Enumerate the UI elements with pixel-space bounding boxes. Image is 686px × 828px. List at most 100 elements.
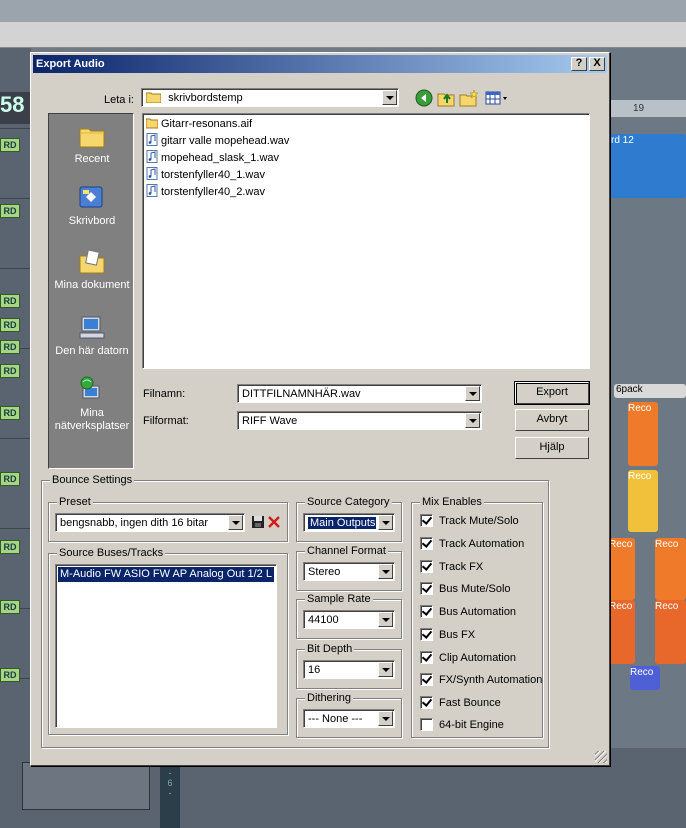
track-record-badge[interactable]: RD: [0, 540, 20, 554]
file-item[interactable]: gitarr valle mopehead.wav: [146, 133, 289, 149]
track-record-badge[interactable]: RD: [0, 138, 20, 152]
filename-dropdown-arrow[interactable]: [465, 386, 480, 401]
back-icon[interactable]: [415, 89, 433, 107]
audio-clip[interactable]: Reco: [630, 666, 660, 690]
fileformat-value: RIFF Wave: [242, 415, 298, 427]
audio-clip[interactable]: Reco: [628, 470, 658, 532]
checkbox-bus-fx[interactable]: Bus FX: [420, 627, 475, 643]
look-in-dropdown-arrow[interactable]: [382, 90, 397, 105]
checkbox-track-fx[interactable]: Track FX: [420, 559, 483, 575]
place-desktop[interactable]: Skrivbord: [49, 184, 135, 228]
channel-format-select[interactable]: Stereo: [303, 562, 395, 581]
sample-rate-select[interactable]: 44100: [303, 610, 395, 629]
bit-depth-select[interactable]: 16: [303, 660, 395, 679]
file-item[interactable]: mopehead_slask_1.wav: [146, 150, 279, 166]
my-documents-icon: [79, 249, 105, 274]
folder-icon: [145, 92, 162, 104]
checkbox-track-mute-solo[interactable]: Track Mute/Solo: [420, 513, 519, 529]
filename-input[interactable]: DITTFILNAMNHÄR.wav: [240, 387, 463, 401]
dithering-select[interactable]: --- None ---: [303, 709, 395, 728]
dialog-titlebar[interactable]: Export Audio ? X: [33, 55, 607, 73]
bounce-settings-group: Bounce Settings Preset bengsnabb, ingen …: [41, 473, 549, 748]
checkbox-box[interactable]: [420, 651, 433, 664]
preset-select[interactable]: bengsnabb, ingen dith 16 bitar: [55, 513, 245, 532]
export-button[interactable]: Export: [514, 381, 590, 405]
audio-file-icon: [146, 133, 158, 146]
audio-clip[interactable]: Reco: [655, 600, 686, 664]
help-titlebar-button[interactable]: ?: [571, 57, 587, 71]
place-network[interactable]: Mina nätverksplatser: [49, 376, 135, 433]
filename-combo[interactable]: DITTFILNAMNHÄR.wav: [237, 384, 482, 403]
track-record-badge[interactable]: RD: [0, 472, 20, 486]
track-record-badge[interactable]: RD: [0, 294, 20, 308]
audio-clip[interactable]: Reco: [628, 402, 658, 466]
checkbox-box[interactable]: [420, 673, 433, 686]
source-tracks-list[interactable]: M-Audio FW ASIO FW AP Analog Out 1/2 L: [55, 564, 277, 728]
source-category-select[interactable]: Main Outputs: [303, 513, 395, 532]
checkbox-fx-synth-automation[interactable]: FX/Synth Automation: [420, 672, 542, 688]
checkbox-bus-mute-solo[interactable]: Bus Mute/Solo: [420, 581, 511, 597]
checkbox-fast-bounce[interactable]: Fast Bounce: [420, 695, 501, 711]
look-in-combo[interactable]: skrivbordstemp: [141, 88, 399, 107]
close-titlebar-button[interactable]: X: [589, 57, 605, 71]
checkbox-box[interactable]: [420, 582, 433, 595]
audio-clip[interactable]: Reco: [609, 538, 635, 600]
source-tracks-group: Source Buses/Tracks M-Audio FW ASIO FW A…: [48, 546, 288, 735]
checkbox-box[interactable]: [420, 537, 433, 550]
place-recent[interactable]: Recent: [49, 122, 135, 166]
audio-clip[interactable]: Reco: [655, 538, 686, 600]
track-record-badge[interactable]: RD: [0, 364, 20, 378]
sample-rate-value: 44100: [308, 614, 339, 626]
checkbox-clip-automation[interactable]: Clip Automation: [420, 650, 516, 666]
source-category-dropdown-arrow[interactable]: [378, 515, 393, 530]
sample-rate-dropdown-arrow[interactable]: [378, 612, 393, 627]
help-button[interactable]: Hjälp: [515, 437, 589, 459]
track-record-badge[interactable]: RD: [0, 668, 20, 682]
track-record-badge[interactable]: RD: [0, 406, 20, 420]
checkbox-track-automation[interactable]: Track Automation: [420, 536, 524, 552]
file-item[interactable]: torstenfyller40_2.wav: [146, 184, 265, 200]
preset-group: Preset bengsnabb, ingen dith 16 bitar: [48, 495, 288, 542]
fileformat-select[interactable]: RIFF Wave: [237, 411, 482, 430]
checkbox-box[interactable]: [420, 605, 433, 618]
cancel-button[interactable]: Avbryt: [515, 409, 589, 431]
bit-depth-dropdown-arrow[interactable]: [378, 662, 393, 677]
file-item[interactable]: torstenfyller40_1.wav: [146, 167, 265, 183]
resize-grip[interactable]: [595, 751, 607, 763]
channel-format-label: Channel Format: [305, 544, 388, 558]
audio-clip[interactable]: rd 12: [609, 134, 686, 198]
save-preset-icon[interactable]: [251, 515, 265, 529]
audio-clip[interactable]: Reco: [609, 600, 635, 664]
track-record-badge[interactable]: RD: [0, 318, 20, 332]
view-menu-icon[interactable]: [485, 89, 509, 107]
preset-dropdown-arrow[interactable]: [228, 515, 243, 530]
dithering-dropdown-arrow[interactable]: [378, 711, 393, 726]
checkbox-box[interactable]: [420, 628, 433, 641]
checkbox-box[interactable]: [420, 560, 433, 573]
mix-enables-group: Mix Enables Track Mute/Solo Track Automa…: [411, 495, 543, 738]
track-record-badge[interactable]: RD: [0, 600, 20, 614]
my-computer-icon: [79, 316, 105, 339]
network-places-icon: [80, 376, 100, 399]
checkbox-box[interactable]: [420, 718, 433, 731]
source-track-item[interactable]: M-Audio FW ASIO FW AP Analog Out 1/2 L: [58, 567, 274, 582]
track-record-badge[interactable]: RD: [0, 204, 20, 218]
delete-preset-icon[interactable]: [267, 515, 281, 529]
track-record-badge[interactable]: RD: [0, 340, 20, 354]
checkbox-bus-automation[interactable]: Bus Automation: [420, 604, 516, 620]
place-my-documents[interactable]: Mina dokument: [49, 248, 135, 292]
checkbox-box[interactable]: [420, 514, 433, 527]
up-folder-icon[interactable]: [437, 89, 455, 107]
channel-format-dropdown-arrow[interactable]: [378, 564, 393, 579]
new-folder-icon[interactable]: [459, 89, 479, 107]
daw-menubar: [0, 0, 686, 22]
checkbox-64bit-engine[interactable]: 64-bit Engine: [420, 717, 504, 733]
checkbox-box[interactable]: [420, 696, 433, 709]
file-list[interactable]: Gitarr-resonans.aif gitarr valle mopehea…: [142, 113, 590, 369]
fileformat-dropdown-arrow[interactable]: [465, 413, 480, 428]
preset-label: Preset: [57, 495, 93, 509]
bit-depth-label: Bit Depth: [305, 642, 355, 656]
file-item[interactable]: Gitarr-resonans.aif: [146, 116, 252, 132]
source-category-value: Main Outputs: [306, 516, 376, 530]
place-my-computer[interactable]: Den här datorn: [49, 314, 135, 358]
